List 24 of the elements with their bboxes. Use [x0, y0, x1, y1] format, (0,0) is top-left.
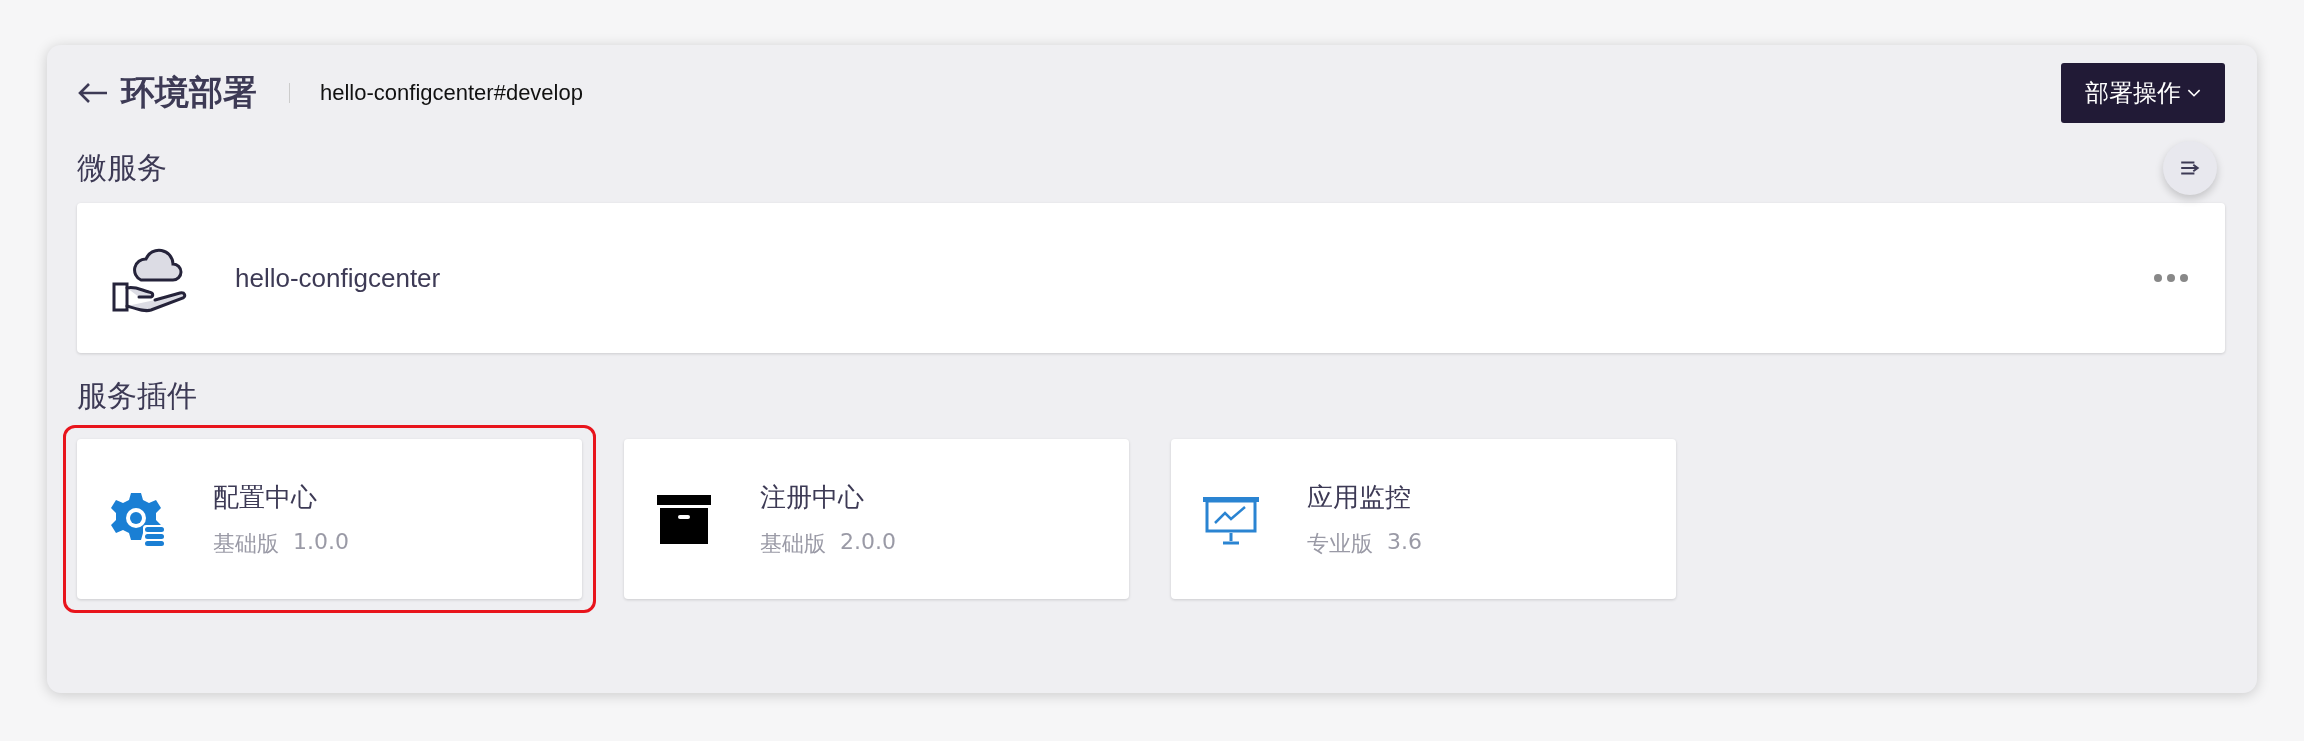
- service-card[interactable]: hello-configcenter: [77, 203, 2225, 353]
- plugin-card[interactable]: 注册中心 基础版 2.0.0: [624, 439, 1129, 599]
- plugin-edition: 专业版: [1307, 529, 1373, 558]
- more-icon[interactable]: [2153, 273, 2189, 283]
- breadcrumb: hello-configcenter#develop: [320, 80, 583, 106]
- plugin-edition: 基础版: [213, 529, 279, 558]
- plugin-version: 2.0.0: [840, 528, 896, 556]
- plugin-name: 应用监控: [1307, 480, 1412, 514]
- plugin-version: 3.6: [1387, 528, 1422, 556]
- list-arrow-icon: [2179, 159, 2201, 177]
- plugin-name: 配置中心: [213, 480, 318, 514]
- back-arrow-icon[interactable]: [77, 81, 109, 105]
- deploy-actions-button[interactable]: 部署操作: [2061, 63, 2225, 123]
- collapse-button[interactable]: [2163, 141, 2217, 195]
- section-heading: 微服务: [77, 148, 167, 187]
- plugin-version: 1.0.0: [293, 528, 349, 556]
- page-title: 环境部署: [121, 71, 257, 114]
- service-name: hello-configcenter: [235, 262, 442, 294]
- plugin-card[interactable]: 应用监控 专业版 3.6: [1171, 439, 1676, 599]
- plugin-edition: 基础版: [760, 529, 826, 558]
- plugin-name: 注册中心: [760, 480, 865, 514]
- plugin-card[interactable]: 配置中心 基础版 1.0.0: [77, 439, 582, 599]
- caret-icon: [2187, 88, 2201, 98]
- section-heading: 服务插件: [77, 376, 197, 415]
